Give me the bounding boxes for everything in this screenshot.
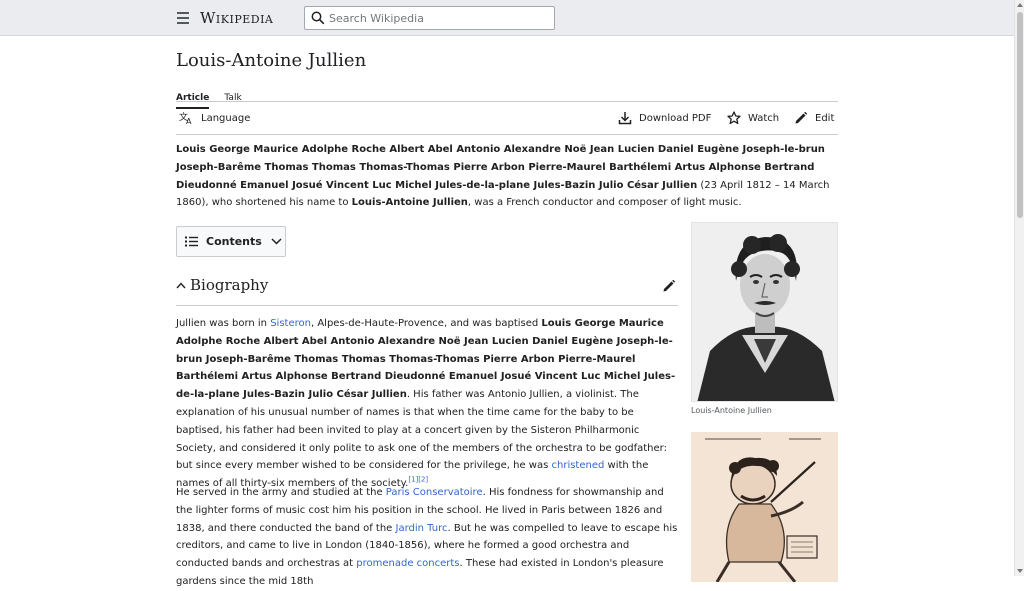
wikipedia-wordmark[interactable]: Wikipedia xyxy=(200,9,273,27)
page-toolbar: 文 A Language Download PDF Watch Edit xyxy=(176,109,838,129)
list-icon xyxy=(185,236,198,247)
scroll-down-arrow-icon[interactable] xyxy=(1017,569,1023,573)
biography-section-header[interactable]: Biography xyxy=(176,276,678,306)
lead-paragraph: Louis George Maurice Adolphe Roche Alber… xyxy=(176,141,838,212)
search-icon xyxy=(311,11,325,25)
biography-paragraph-2: He served in the army and studied at the… xyxy=(176,484,678,591)
language-button[interactable]: 文 A Language xyxy=(179,111,250,125)
portrait-engraving xyxy=(692,223,837,401)
download-pdf-label: Download PDF xyxy=(639,112,712,124)
link-paris-conservatoire[interactable]: Paris Conservatoire xyxy=(386,487,483,498)
p1-full-name: Louis George Maurice Adolphe Roche Alber… xyxy=(176,318,676,401)
p1-text-1: Jullien was born in xyxy=(176,318,271,329)
pencil-icon xyxy=(795,111,808,124)
tabs-divider xyxy=(176,101,838,102)
tab-talk[interactable]: Talk xyxy=(224,93,241,107)
watch-label: Watch xyxy=(748,112,780,124)
download-pdf-button[interactable]: Download PDF xyxy=(618,111,711,125)
link-christened[interactable]: christened xyxy=(552,460,605,471)
caricature-drawing xyxy=(691,432,838,582)
edit-button[interactable]: Edit xyxy=(794,111,834,125)
star-icon xyxy=(727,111,741,125)
lead-description-text: , was a French conductor and composer of… xyxy=(467,197,742,209)
link-promenade-concerts[interactable]: promenade concerts xyxy=(356,558,459,569)
wordmark-text: Wikipedia xyxy=(200,9,274,27)
search-input[interactable] xyxy=(327,9,549,27)
link-jardin-turc[interactable]: Jardin Turc xyxy=(396,523,448,534)
namespace-tabs: Article Talk xyxy=(176,85,252,109)
link-sisteron[interactable]: Sisteron xyxy=(270,318,311,329)
reference-links[interactable]: [1][2] xyxy=(408,476,428,484)
edit-section-pencil-icon[interactable] xyxy=(662,279,676,293)
language-icon: 文 A xyxy=(179,111,192,125)
lead-short-name: Louis-Antoine Jullien xyxy=(351,197,468,209)
svg-text:A: A xyxy=(186,117,192,125)
p1-text-2: , Alpes-de-Haute-Provence, and was bapti… xyxy=(310,318,542,329)
search-box[interactable] xyxy=(304,6,555,30)
biography-divider xyxy=(176,305,678,306)
biography-paragraph-1: Jullien was born in Sisteron, Alpes-de-H… xyxy=(176,315,678,493)
portrait-caption: Louis-Antoine Jullien xyxy=(691,406,772,415)
download-icon xyxy=(618,112,632,125)
portrait-image[interactable] xyxy=(691,222,838,402)
biography-heading: Biography xyxy=(190,276,269,294)
toolbar-divider xyxy=(176,134,838,135)
scroll-thumb[interactable] xyxy=(1017,12,1023,218)
caricature-image[interactable] xyxy=(691,432,838,582)
language-label: Language xyxy=(201,112,251,124)
chevron-down-icon xyxy=(271,238,282,245)
main-menu-icon[interactable] xyxy=(177,12,189,24)
contents-label: Contents xyxy=(206,235,262,248)
page-title: Louis-Antoine Jullien xyxy=(176,50,367,71)
page-scrollbar[interactable] xyxy=(1014,0,1024,576)
edit-label: Edit xyxy=(815,112,835,124)
chevron-up-icon[interactable] xyxy=(176,282,186,289)
site-header: Wikipedia xyxy=(0,0,1014,36)
scroll-up-arrow-icon[interactable] xyxy=(1017,3,1023,7)
contents-toggle-button[interactable]: Contents xyxy=(176,226,286,257)
watch-button[interactable]: Watch xyxy=(727,111,779,125)
p2-text-1: He served in the army and studied at the xyxy=(176,487,386,498)
